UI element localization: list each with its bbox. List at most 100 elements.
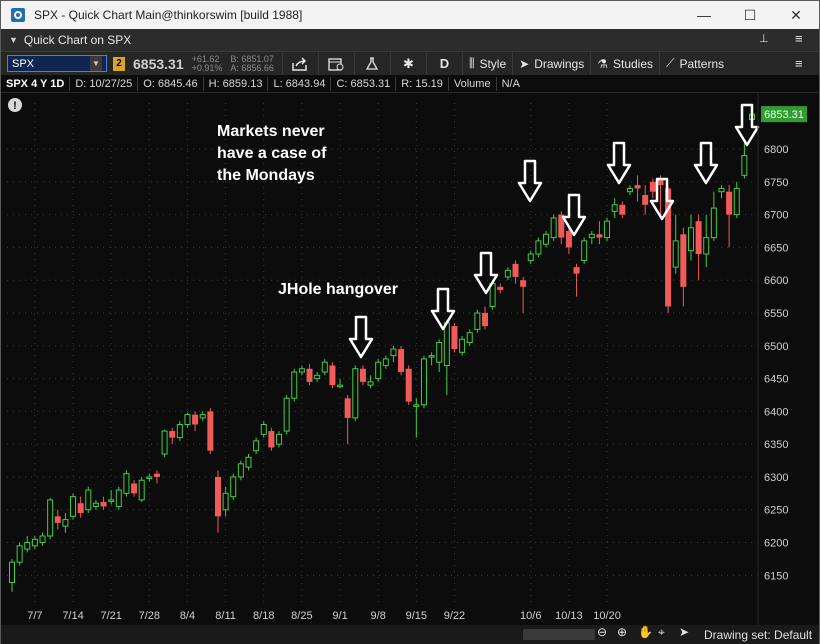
candle-body xyxy=(237,463,244,478)
candlestick-chart[interactable]: 6150 6200 6250 6300 6350 6400 6450 6500 6550 6600… xyxy=(1,93,819,625)
flask-studies-icon: ⚗ xyxy=(597,56,608,71)
candle-body xyxy=(626,187,633,193)
aggregation-button[interactable]: D xyxy=(425,51,462,76)
bar-open: O: 6845.46 xyxy=(138,76,204,91)
x-tick-label: 10/20 xyxy=(593,610,621,622)
candle-body xyxy=(413,404,420,407)
candle-body xyxy=(24,542,31,550)
zoom-in-icon[interactable]: ⊕ xyxy=(617,625,627,639)
y-tick-label: 6550 xyxy=(764,308,788,320)
annotation-mondays[interactable]: Markets never have a case of the Mondays xyxy=(217,121,326,187)
patterns-button[interactable]: ⟋ Patterns xyxy=(659,51,730,76)
patterns-label: Patterns xyxy=(679,56,725,71)
x-tick-label: 7/14 xyxy=(62,610,83,622)
candle-body xyxy=(718,187,725,193)
crosshair-icon[interactable]: ⌖ xyxy=(658,625,665,640)
symbol-input[interactable]: SPX ▼ xyxy=(7,55,107,72)
candle-body xyxy=(222,492,229,511)
x-tick-label: 9/8 xyxy=(371,610,386,622)
candle-body xyxy=(92,502,99,507)
pointer-icon[interactable]: ➤ xyxy=(679,625,689,639)
annotation-hangover[interactable]: JHole hangover xyxy=(278,279,398,301)
candle-body xyxy=(352,368,359,419)
symbol-dropdown-icon[interactable]: ▼ xyxy=(90,56,102,71)
y-tick-label: 6250 xyxy=(764,505,788,517)
y-tick-label: 6300 xyxy=(764,472,788,484)
x-tick-label: 8/18 xyxy=(253,610,274,622)
x-tick-label: 9/1 xyxy=(332,610,347,622)
candle-body xyxy=(398,349,405,373)
y-tick-label: 6750 xyxy=(764,177,788,189)
candle-body xyxy=(47,499,54,537)
drag-hand-icon[interactable]: ✋ xyxy=(638,625,653,639)
maximize-button[interactable]: ☐ xyxy=(727,1,773,29)
close-button[interactable]: ✕ xyxy=(773,1,819,29)
panel-menu-icon[interactable]: ≡ xyxy=(795,31,803,46)
collapse-chevron-icon[interactable]: ▼ xyxy=(9,35,18,45)
candle-body xyxy=(199,414,206,419)
y-tick-label: 6600 xyxy=(764,275,788,287)
candle-body xyxy=(230,476,237,498)
style-button[interactable]: ⫼ Style xyxy=(461,51,512,76)
candle-body xyxy=(146,476,153,479)
x-tick-label: 8/25 xyxy=(291,610,312,622)
x-tick-label: 8/4 xyxy=(180,610,195,622)
zoom-out-icon[interactable]: ⊖ xyxy=(597,625,607,639)
candle-body xyxy=(726,191,733,215)
candle-body xyxy=(291,371,298,399)
candle-body xyxy=(100,501,107,507)
calendar-icon[interactable] xyxy=(317,51,354,76)
y-tick-label: 6500 xyxy=(764,341,788,353)
candle-body xyxy=(207,411,214,451)
candle-body xyxy=(253,440,260,452)
candle-body xyxy=(70,496,77,517)
y-tick-label: 6450 xyxy=(764,374,788,386)
pin-icon[interactable]: ⊥ xyxy=(759,32,769,45)
horizontal-scrollbar[interactable] xyxy=(523,629,595,640)
candle-body xyxy=(466,332,473,344)
x-tick-label: 7/7 xyxy=(27,610,42,622)
drawing-set-label[interactable]: Drawing set: Default xyxy=(704,628,812,642)
app-window: SPX - Quick Chart Main@thinkorswim [buil… xyxy=(0,0,820,644)
candle-body xyxy=(62,519,69,527)
candle-body xyxy=(306,368,313,382)
candle-body xyxy=(245,456,252,468)
candle-body xyxy=(512,263,519,277)
title-bar: SPX - Quick Chart Main@thinkorswim [buil… xyxy=(1,1,819,29)
bottom-bar: ⊖ ⊕ ✋ ⌖ ➤ Drawing set: Default xyxy=(1,625,819,644)
x-tick-label: 10/6 xyxy=(520,610,541,622)
flask-icon[interactable] xyxy=(353,51,390,76)
style-label: Style xyxy=(479,56,507,71)
candle-body xyxy=(703,237,710,255)
change-block: +61.62 +0.91% xyxy=(192,54,223,73)
candle-body xyxy=(31,538,38,547)
y-tick-label: 6650 xyxy=(764,242,788,254)
x-tick-label: 7/28 xyxy=(139,610,160,622)
y-tick-label: 6350 xyxy=(764,439,788,451)
candle-body xyxy=(474,312,481,330)
candle-body xyxy=(260,423,267,435)
drawings-button[interactable]: ➤ Drawings xyxy=(512,51,590,76)
symbol-value: SPX xyxy=(12,57,35,70)
candle-body xyxy=(153,473,160,477)
minimize-button[interactable]: — xyxy=(681,1,727,29)
toolbar-menu-icon[interactable]: ≡ xyxy=(795,56,803,71)
price-chart[interactable]: 6150 6200 6250 6300 6350 6400 6450 6500 6550 6600… xyxy=(1,93,819,625)
candle-body xyxy=(9,561,15,584)
candle-body xyxy=(459,338,466,353)
ask-price: A: 6856.66 xyxy=(230,62,274,73)
candle-body xyxy=(565,231,572,248)
candle-body xyxy=(85,489,92,511)
studies-button[interactable]: ⚗ Studies xyxy=(590,51,659,76)
window-title: SPX - Quick Chart Main@thinkorswim [buil… xyxy=(34,8,303,22)
candle-body xyxy=(520,280,527,287)
chart-info-bar: SPX 4 Y 1D D: 10/27/25 O: 6845.46 H: 685… xyxy=(1,75,819,93)
candle-body xyxy=(108,499,115,502)
candle-body xyxy=(497,286,504,291)
gear-icon[interactable]: ✱ xyxy=(389,51,426,76)
share-icon[interactable] xyxy=(281,51,318,76)
candle-body xyxy=(436,342,443,363)
candle-body xyxy=(535,240,542,255)
bid-ask-block: B: 6851.07 A: 6856.66 xyxy=(230,54,274,73)
link-group-badge[interactable]: 2 xyxy=(113,56,125,71)
